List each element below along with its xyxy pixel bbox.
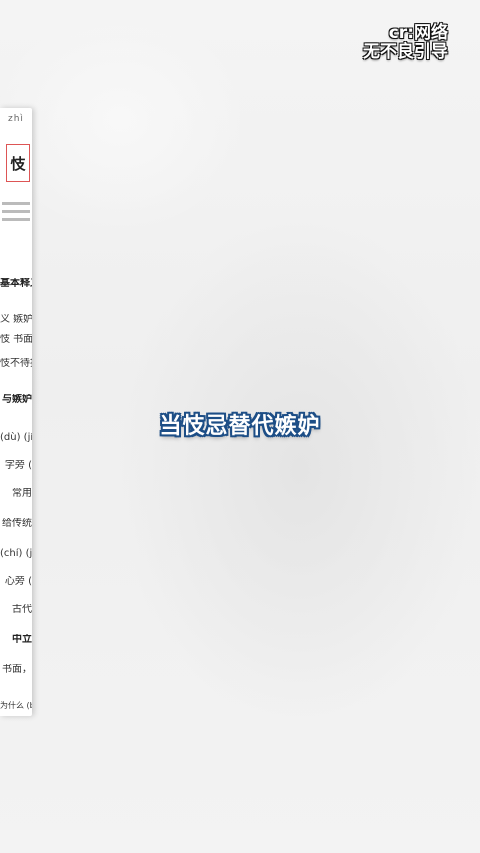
doc-row: 中立 bbox=[12, 634, 32, 645]
watermark-line-2: 无不良引导 bbox=[363, 42, 448, 62]
text-line bbox=[2, 210, 30, 213]
doc-row: 古代 bbox=[12, 604, 32, 615]
doc-row: 书面， bbox=[2, 664, 32, 675]
watermark: cr:网络 无不良引导 bbox=[363, 24, 448, 62]
doc-row: 义 嫉妒， bbox=[0, 314, 32, 325]
doc-row: 忮不待指 bbox=[0, 358, 32, 369]
doc-row: 忮 书面 文 bbox=[0, 334, 32, 345]
doc-row: 为什么 (bu) bbox=[0, 701, 32, 710]
doc-row: 常用 bbox=[12, 488, 32, 499]
section-heading: 基本释义 bbox=[0, 278, 32, 289]
pinyin-label: zhì bbox=[8, 114, 24, 124]
doc-row: 字旁 ( bbox=[4, 460, 32, 471]
doc-row: 与嫉妒 bbox=[2, 394, 32, 405]
text-line bbox=[2, 202, 30, 205]
character-box: 忮 bbox=[6, 144, 30, 182]
text-line bbox=[2, 218, 30, 221]
watermark-line-1: cr:网络 bbox=[388, 23, 448, 43]
doc-row: 给传统 bbox=[2, 518, 32, 529]
doc-row: (chí) (jì bbox=[0, 548, 32, 559]
video-caption: 当忮忌替代嫉妒 bbox=[159, 414, 321, 439]
doc-row: 心旁 ( bbox=[4, 576, 32, 587]
